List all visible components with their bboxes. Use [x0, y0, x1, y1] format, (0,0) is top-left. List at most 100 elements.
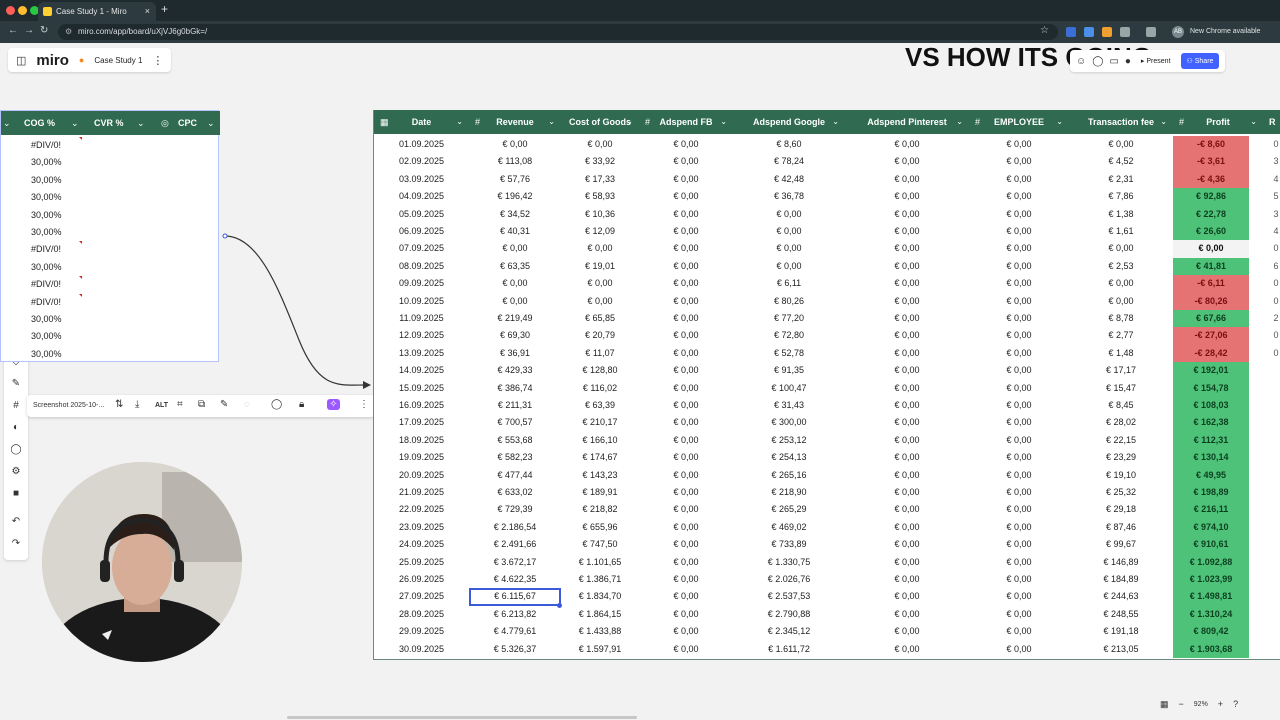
table-cell[interactable]: € 0,00: [845, 240, 969, 257]
table-cell[interactable]: € 248,55: [1069, 606, 1173, 623]
table-cell[interactable]: € 1,48: [1069, 345, 1173, 362]
table-cell[interactable]: € 386,74: [469, 380, 561, 397]
profit-cell[interactable]: € 67,66: [1173, 310, 1249, 328]
reload-icon[interactable]: ↻: [40, 25, 48, 36]
table-cell[interactable]: € 0,00: [845, 414, 969, 431]
table-cell[interactable]: € 25,32: [1069, 484, 1173, 501]
table-cell[interactable]: € 8,60: [733, 136, 845, 153]
table-cell[interactable]: € 0,00: [639, 171, 733, 188]
table-cell[interactable]: € 0,00: [845, 345, 969, 362]
table-row[interactable]: 20.09.2025 € 477,44 € 143,23 € 0,00 € 265,16…: [374, 466, 1280, 484]
table-cell[interactable]: € 0,00: [845, 380, 969, 397]
profit-cell[interactable]: € 809,42: [1173, 623, 1249, 641]
url-field[interactable]: ⚙ miro.com/app/board/uXjVJ6g0bGk=/: [58, 24, 1058, 40]
table-cell[interactable]: € 0,00: [639, 484, 733, 501]
column-header-employee[interactable]: # EMPLOYEE ⌄: [969, 110, 1069, 134]
profit-cell[interactable]: € 26,60: [1173, 223, 1249, 241]
sort-icon[interactable]: ⇅: [115, 399, 123, 410]
table-cell[interactable]: € 36,78: [733, 188, 845, 205]
table-cell[interactable]: € 69,30: [469, 327, 561, 344]
table-row[interactable]: 09.09.2025 € 0,00 € 0,00 € 0,00 € 6,11 € 0,00…: [374, 275, 1280, 293]
table-cell[interactable]: € 87,46: [1069, 519, 1173, 536]
column-header-adspend-pinterest[interactable]: Adspend Pinterest ⌄: [845, 110, 969, 134]
table-cell[interactable]: € 0,00: [969, 136, 1069, 153]
table-row[interactable]: 04.09.2025 € 196,42 € 58,93 € 0,00 € 36,78 € …: [374, 188, 1280, 206]
minimap-icon[interactable]: ▦: [1160, 699, 1169, 710]
zoom-out-icon[interactable]: −: [1179, 699, 1184, 709]
table-cell[interactable]: 27.09.2025: [374, 588, 469, 605]
back-icon[interactable]: ←: [8, 25, 18, 36]
table-cell[interactable]: € 0,00: [969, 223, 1069, 240]
table-cell[interactable]: 30.09.2025: [374, 641, 469, 658]
table-cell[interactable]: € 166,10: [561, 432, 639, 449]
chevron-down-icon[interactable]: ⌄: [720, 110, 727, 134]
table-cell[interactable]: 13.09.2025: [374, 345, 469, 362]
column-header-transaction-fee[interactable]: Transaction fee ⌄: [1069, 110, 1173, 134]
table-cell[interactable]: € 0,00: [969, 536, 1069, 553]
table-cell[interactable]: € 15,47: [1069, 380, 1173, 397]
table-row[interactable]: 21.09.2025 € 633,02 € 189,91 € 0,00 € 218,90…: [374, 484, 1280, 502]
table-cell[interactable]: € 0,00: [639, 188, 733, 205]
table-cell[interactable]: 21.09.2025: [374, 484, 469, 501]
left-table-screenshot[interactable]: ⌄ COG % ⌄ CVR % ⌄ ◎ CPC ⌄ #DIV/0! 30,00% 3…: [0, 110, 220, 362]
table-cell[interactable]: € 0,00: [1069, 275, 1173, 292]
table-cell[interactable]: € 189,91: [561, 484, 639, 501]
comment-icon[interactable]: ◯: [271, 399, 282, 410]
comment-icon[interactable]: ◯: [10, 444, 22, 455]
table-cell[interactable]: € 0,00: [969, 362, 1069, 379]
miro-logo[interactable]: miro: [36, 52, 69, 69]
edit-pen-icon[interactable]: ✎: [220, 399, 228, 410]
table-cell[interactable]: € 80,26: [733, 293, 845, 310]
chevron-down-icon[interactable]: ⌄: [956, 110, 963, 134]
table-cell[interactable]: € 0,00: [845, 606, 969, 623]
object-name-label[interactable]: Screenshot 2025-10-...: [33, 402, 104, 409]
table-cell[interactable]: € 700,57: [469, 414, 561, 431]
profit-cell[interactable]: € 22,78: [1173, 205, 1249, 223]
table-cell[interactable]: € 23,29: [1069, 449, 1173, 466]
table-cell[interactable]: € 91,35: [733, 362, 845, 379]
table-cell[interactable]: € 63,39: [561, 397, 639, 414]
table-cell[interactable]: € 0,00: [969, 467, 1069, 484]
table-cell[interactable]: € 0,00: [639, 501, 733, 518]
table-cell[interactable]: € 2.026,76: [733, 571, 845, 588]
browser-tab[interactable]: Case Study 1 - Miro ×: [38, 2, 156, 21]
table-cell[interactable]: € 0,00: [469, 275, 561, 292]
sidebar-toggle-icon[interactable]: ◫: [16, 54, 26, 67]
profit-cell[interactable]: € 1.903,68: [1173, 640, 1249, 658]
table-cell[interactable]: € 0,00: [639, 206, 733, 223]
table-cell[interactable]: € 0,00: [561, 240, 639, 257]
table-cell[interactable]: € 0,00: [969, 153, 1069, 170]
table-cell[interactable]: € 633,02: [469, 484, 561, 501]
table-cell[interactable]: € 0,00: [969, 397, 1069, 414]
profit-cell[interactable]: -€ 8,60: [1173, 136, 1249, 154]
table-cell[interactable]: € 0,00: [845, 327, 969, 344]
table-cell[interactable]: 04.09.2025: [374, 188, 469, 205]
table-row[interactable]: 07.09.2025 € 0,00 € 0,00 € 0,00 € 0,00 € 0,00…: [374, 240, 1280, 258]
collaborator-avatar[interactable]: ●: [1125, 56, 1131, 67]
table-cell[interactable]: € 0,00: [969, 641, 1069, 658]
table-cell[interactable]: € 0,00: [639, 153, 733, 170]
table-row[interactable]: 05.09.2025 € 34,52 € 10,36 € 0,00 € 0,00 € 0,…: [374, 205, 1280, 223]
table-cell[interactable]: € 1.101,65: [561, 554, 639, 571]
table-cell[interactable]: € 0,00: [845, 554, 969, 571]
table-cell[interactable]: € 0,00: [969, 449, 1069, 466]
new-chrome-available-button[interactable]: New Chrome available: [1190, 25, 1260, 39]
table-cell[interactable]: € 65,85: [561, 310, 639, 327]
profit-cell[interactable]: € 112,31: [1173, 431, 1249, 450]
table-cell[interactable]: € 22,15: [1069, 432, 1173, 449]
table-cell[interactable]: € 19,01: [561, 258, 639, 275]
table-cell[interactable]: € 196,42: [469, 188, 561, 205]
table-cell[interactable]: € 0,00: [639, 223, 733, 240]
crop-icon[interactable]: ⌗: [177, 399, 183, 410]
table-cell[interactable]: € 0,00: [469, 136, 561, 153]
undo-icon[interactable]: ↶: [10, 516, 22, 527]
table-cell[interactable]: € 1.864,15: [561, 606, 639, 623]
table-cell[interactable]: € 17,17: [1069, 362, 1173, 379]
column-header-profit[interactable]: # Profit ⌄: [1173, 110, 1263, 134]
table-cell[interactable]: € 0,00: [639, 414, 733, 431]
profit-cell[interactable]: € 198,89: [1173, 484, 1249, 502]
profit-cell[interactable]: € 108,03: [1173, 397, 1249, 415]
table-cell[interactable]: 02.09.2025: [374, 153, 469, 170]
table-cell[interactable]: € 0,00: [639, 519, 733, 536]
table-cell[interactable]: € 300,00: [733, 414, 845, 431]
